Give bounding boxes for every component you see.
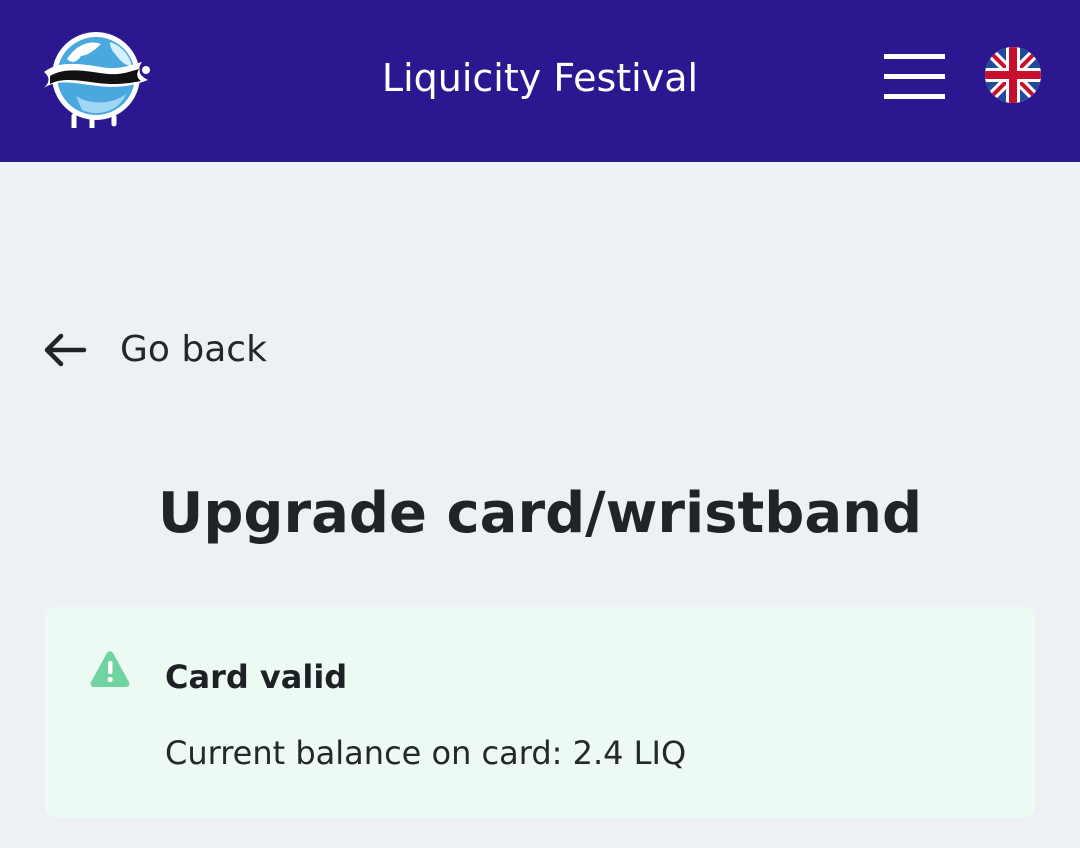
go-back-button[interactable]: Go back (42, 318, 267, 382)
uk-flag-icon[interactable] (985, 47, 1041, 103)
go-back-label: Go back (120, 329, 267, 370)
page-title: Upgrade card/wristband (157, 481, 923, 546)
arrow-left-icon (44, 333, 87, 367)
card-status-alert: Card valid Current balance on card: 2.4 … (45, 607, 1035, 818)
warning-triangle-icon (90, 651, 130, 687)
card-balance-text: Current balance on card: 2.4 LIQ (165, 734, 687, 772)
hamburger-menu-icon[interactable] (884, 54, 946, 102)
alert-title: Card valid (165, 658, 348, 696)
app-header: Liquicity Festival (0, 0, 1080, 162)
